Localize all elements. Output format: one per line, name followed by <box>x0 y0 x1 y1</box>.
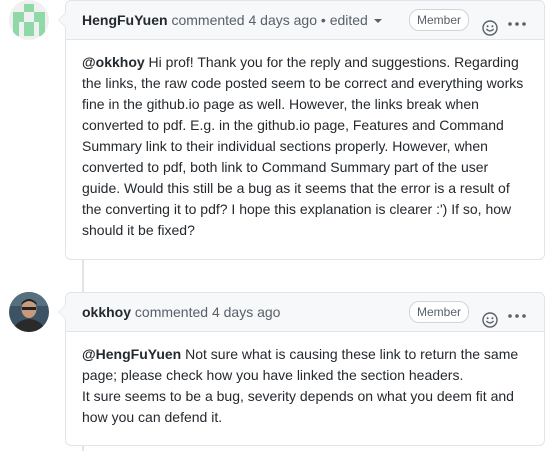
kebab-horizontal-icon <box>508 22 526 26</box>
comment-paragraph: @okkhoy Hi prof! Thank you for the reply… <box>82 52 528 241</box>
separator-dot: • <box>320 12 326 28</box>
user-mention-link[interactable]: @okkhoy <box>82 54 145 70</box>
comment-paragraph: It sure seems to be a bug, severity depe… <box>82 388 514 425</box>
bubble-arrow-inner <box>59 305 66 319</box>
kebab-horizontal-icon <box>508 314 526 318</box>
comment-author-link[interactable]: okkhoy <box>82 304 131 320</box>
comment-header: HengFuYuen commented 4 days ago • edited… <box>66 1 544 40</box>
add-reaction-button[interactable] <box>482 304 498 328</box>
more-options-button[interactable] <box>507 10 527 30</box>
comment-action: commented <box>134 304 209 320</box>
member-badge: Member <box>408 9 469 31</box>
comment-text: Hi prof! Thank you for the reply and sug… <box>82 54 524 238</box>
avatar-okkhoy[interactable] <box>9 292 49 332</box>
comment-paragraph: @HengFuYuen Not sure what is causing the… <box>82 344 528 386</box>
comment-timestamp-link[interactable]: 4 days ago <box>212 304 281 320</box>
comment-box: okkhoy commented 4 days ago Member @Heng… <box>58 292 545 446</box>
user-photo-avatar-icon <box>9 292 49 332</box>
smiley-icon <box>482 20 498 36</box>
comment-body: @okkhoy Hi prof! Thank you for the reply… <box>66 40 544 255</box>
edited-dropdown[interactable]: edited <box>330 12 382 28</box>
user-mention-link[interactable]: @HengFuYuen <box>82 346 181 362</box>
more-options-button[interactable] <box>507 302 527 322</box>
identicon-avatar-icon <box>9 0 49 40</box>
comment-box: HengFuYuen commented 4 days ago • edited… <box>58 0 545 260</box>
smiley-icon <box>482 312 498 328</box>
edited-label: edited <box>329 12 368 28</box>
avatar-hengfuyuen[interactable] <box>9 0 49 40</box>
member-badge: Member <box>408 301 469 323</box>
bubble-arrow-inner <box>59 13 66 27</box>
comment-author-link[interactable]: HengFuYuen <box>82 12 168 28</box>
triangle-down-icon <box>373 19 382 24</box>
comment-action: commented <box>171 12 245 28</box>
add-reaction-button[interactable] <box>482 12 498 36</box>
comment-header: okkhoy commented 4 days ago Member <box>66 293 544 332</box>
comment-body: @HengFuYuen Not sure what is causing the… <box>66 332 544 442</box>
comment-timestamp-link[interactable]: 4 days ago <box>249 12 318 28</box>
